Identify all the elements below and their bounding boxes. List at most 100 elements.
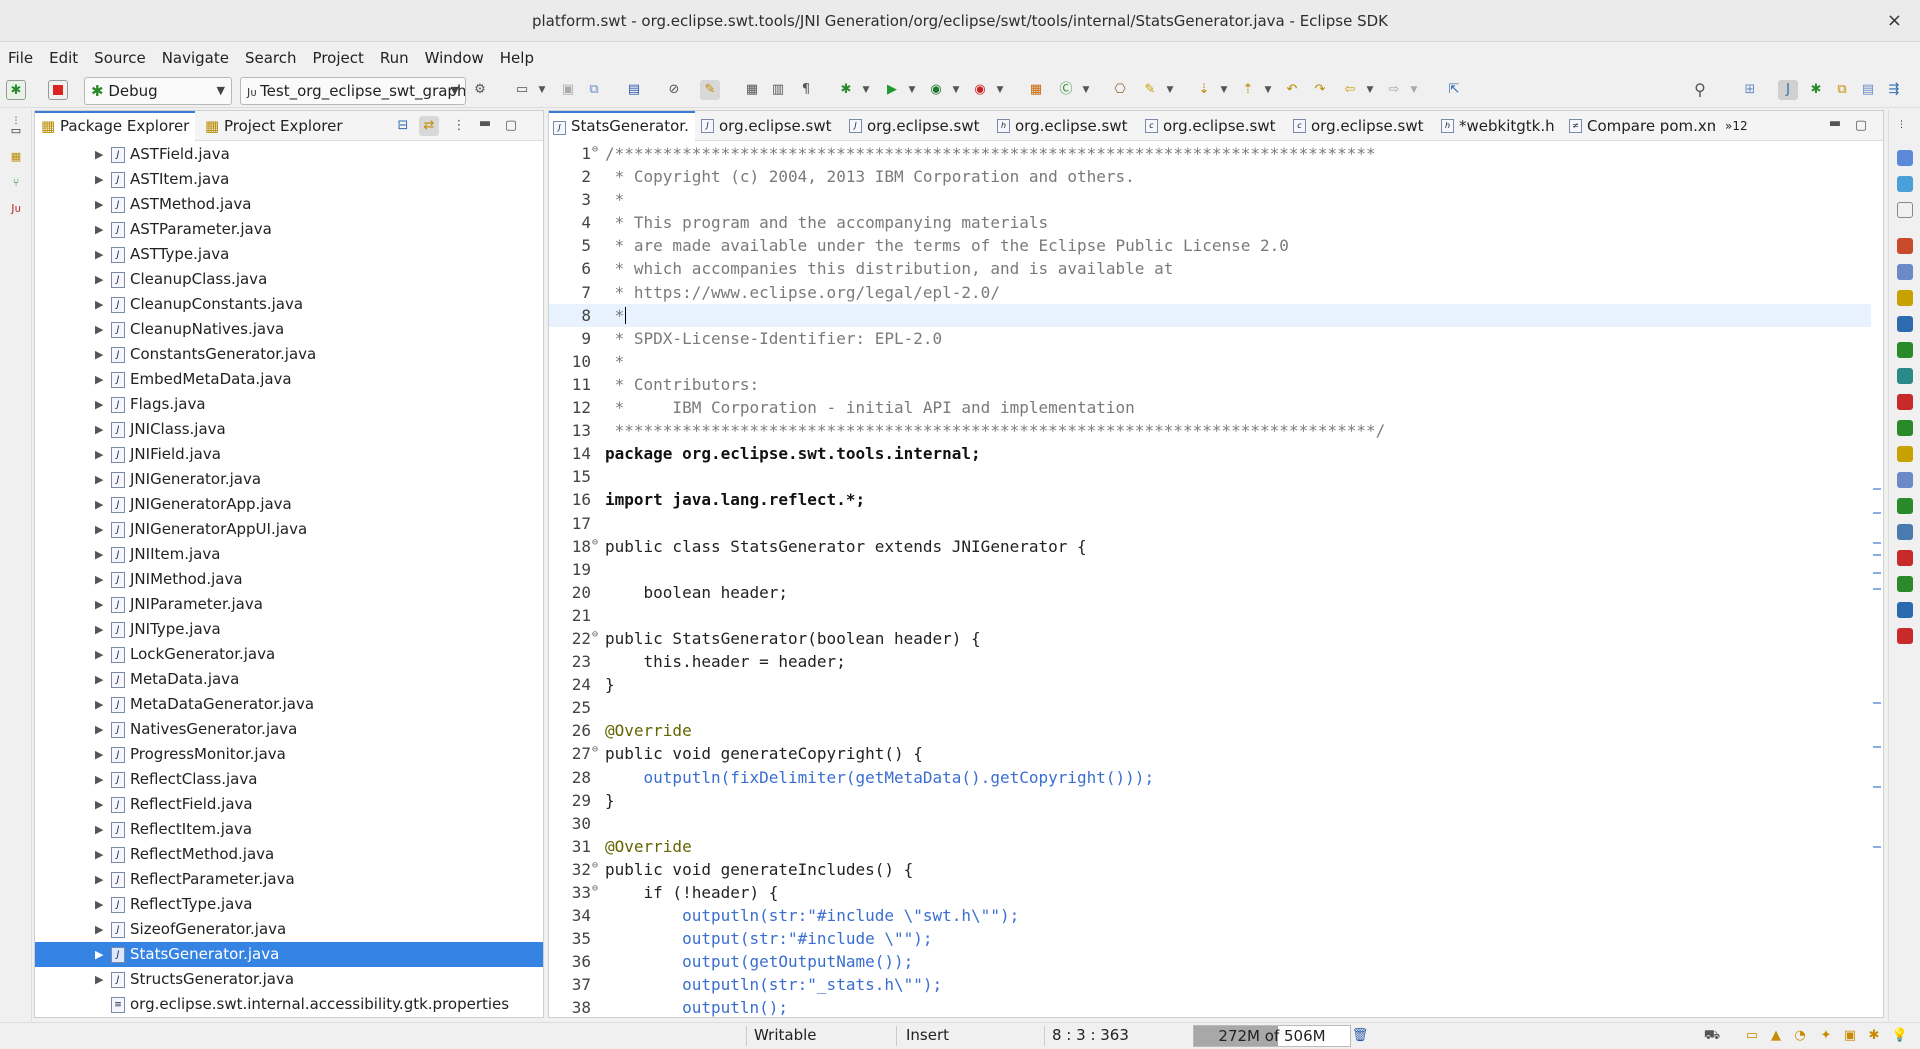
tree-item[interactable]: ▶JASTMethod.java bbox=[35, 192, 543, 217]
code-line[interactable]: 37 outputln(str:"_stats.h\""); bbox=[549, 973, 1871, 996]
tree-item[interactable]: ▶JStructsGenerator.java bbox=[35, 967, 543, 992]
code-line[interactable]: 1⊖/*************************************… bbox=[549, 142, 1871, 165]
search-view-icon[interactable] bbox=[1897, 264, 1913, 280]
expand-arrow-icon[interactable]: ▶ bbox=[95, 967, 103, 992]
fold-icon[interactable]: ⊖ bbox=[592, 738, 598, 761]
toggle-breadcrumb-icon[interactable]: ▥ bbox=[768, 80, 788, 100]
menu-source[interactable]: Source bbox=[94, 49, 146, 67]
external-tools-icon[interactable]: ◉ bbox=[970, 80, 990, 100]
code-line[interactable]: 6 * which accompanies this distribution,… bbox=[549, 257, 1871, 280]
expand-arrow-icon[interactable]: ▶ bbox=[95, 267, 103, 292]
tree-item[interactable]: ▶JJNIParameter.java bbox=[35, 592, 543, 617]
maximize-view-icon[interactable]: ▢ bbox=[501, 116, 521, 136]
link-with-editor-icon[interactable]: ⇄ bbox=[419, 116, 439, 136]
expand-arrow-icon[interactable]: ▶ bbox=[95, 342, 103, 367]
fold-icon[interactable]: ⊖ bbox=[592, 531, 598, 554]
tree-item[interactable]: ▶JCleanupNatives.java bbox=[35, 317, 543, 342]
editor-tab[interactable]: horg.eclipse.swt bbox=[993, 111, 1137, 141]
back-dropdown-icon[interactable]: ▼ bbox=[1360, 80, 1380, 100]
search-icon[interactable]: ⚲ bbox=[1690, 80, 1710, 100]
samples-icon[interactable]: ◔ bbox=[1790, 1026, 1810, 1046]
ruler-mark[interactable] bbox=[1873, 746, 1881, 748]
plugin-perspective-icon[interactable]: ⇶ bbox=[1884, 80, 1904, 100]
open-task-dropdown-icon[interactable]: ▼ bbox=[1160, 80, 1180, 100]
expand-arrow-icon[interactable]: ▶ bbox=[95, 442, 103, 467]
minimize-view-icon[interactable]: ▬ bbox=[475, 114, 495, 134]
new-dropdown-icon[interactable]: ▼ bbox=[532, 80, 552, 100]
ruler-mark[interactable] bbox=[1873, 512, 1881, 514]
code-line[interactable]: 35 output(str:"#include \""); bbox=[549, 927, 1871, 950]
code-line[interactable]: 10 * bbox=[549, 350, 1871, 373]
resource-perspective-icon[interactable]: ▤ bbox=[1858, 80, 1878, 100]
expand-arrow-icon[interactable]: ▶ bbox=[95, 467, 103, 492]
tree-item[interactable]: ▶JMetaDataGenerator.java bbox=[35, 692, 543, 717]
code-line[interactable]: 26@Override bbox=[549, 719, 1871, 742]
previous-annotation-dropdown-icon[interactable]: ▼ bbox=[1258, 80, 1278, 100]
code-line[interactable]: 5 * are made available under the terms o… bbox=[549, 234, 1871, 257]
tab-project-explorer[interactable]: ▦ Project Explorer bbox=[199, 111, 369, 141]
expand-arrow-icon[interactable]: ▶ bbox=[95, 567, 103, 592]
code-line[interactable]: 20 boolean header; bbox=[549, 581, 1871, 604]
code-line[interactable]: 12 * IBM Corporation - initial API and i… bbox=[549, 396, 1871, 419]
expand-arrow-icon[interactable]: ▶ bbox=[95, 417, 103, 442]
tree-item[interactable]: ▶JJNIField.java bbox=[35, 442, 543, 467]
breakpoints-icon[interactable] bbox=[1897, 550, 1913, 566]
previous-annotation-icon[interactable]: ⇡ bbox=[1238, 80, 1258, 100]
minimized-view-icon[interactable]: ▭ bbox=[8, 124, 24, 140]
code-line[interactable]: 33⊖ if (!header) { bbox=[549, 881, 1871, 904]
code-line[interactable]: 25 bbox=[549, 696, 1871, 719]
git-perspective-icon[interactable]: ⧉ bbox=[1832, 80, 1852, 100]
code-line[interactable]: 21 bbox=[549, 604, 1871, 627]
outline-icon[interactable] bbox=[1897, 150, 1913, 166]
tree-item[interactable]: ▶JSizeofGenerator.java bbox=[35, 917, 543, 942]
tree-item[interactable]: ▶JASTParameter.java bbox=[35, 217, 543, 242]
expand-arrow-icon[interactable]: ▶ bbox=[95, 642, 103, 667]
menu-edit[interactable]: Edit bbox=[49, 49, 78, 67]
skip-breakpoints-icon[interactable]: ⊘ bbox=[664, 80, 684, 100]
expand-arrow-icon[interactable]: ▶ bbox=[95, 767, 103, 792]
tree-item[interactable]: ▶JASTField.java bbox=[35, 142, 543, 167]
editor-tab[interactable]: ≠Compare pom.xml bbox=[1565, 111, 1715, 141]
new-icon[interactable]: ▭ bbox=[512, 80, 532, 100]
minimize-editor-icon[interactable]: ▬ bbox=[1825, 114, 1845, 134]
expand-arrow-icon[interactable]: ▶ bbox=[95, 942, 103, 967]
ruler-mark[interactable] bbox=[1873, 846, 1881, 848]
lightbulb-icon[interactable]: 💡 bbox=[1890, 1026, 1910, 1046]
expand-arrow-icon[interactable]: ▶ bbox=[95, 667, 103, 692]
type-hierarchy-icon[interactable] bbox=[1897, 472, 1913, 488]
expressions-icon[interactable] bbox=[1897, 602, 1913, 618]
expand-arrow-icon[interactable]: ▶ bbox=[95, 192, 103, 217]
code-line[interactable]: 34 outputln(str:"#include \"swt.h\""); bbox=[549, 904, 1871, 927]
coverage-icon[interactable]: ◉ bbox=[926, 80, 946, 100]
tree-item[interactable]: ▶JJNIGeneratorApp.java bbox=[35, 492, 543, 517]
fold-icon[interactable]: ⊖ bbox=[592, 854, 598, 877]
menu-project[interactable]: Project bbox=[313, 49, 364, 67]
expand-arrow-icon[interactable]: ▶ bbox=[95, 317, 103, 342]
restore-right-icon[interactable]: ⋮ bbox=[1897, 120, 1913, 136]
problems-icon[interactable] bbox=[1897, 238, 1913, 254]
save-all-icon[interactable]: ⧉ bbox=[584, 80, 604, 100]
tree-item[interactable]: ▶JReflectItem.java bbox=[35, 817, 543, 842]
progress-icon[interactable] bbox=[1897, 342, 1913, 358]
whats-new-icon[interactable]: ✦ bbox=[1816, 1026, 1836, 1046]
expand-arrow-icon[interactable]: ▶ bbox=[95, 742, 103, 767]
forward-icon[interactable]: ⇨ bbox=[1384, 80, 1404, 100]
editor-tab-statsgenerator[interactable]: JStatsGenerator.✕ bbox=[549, 111, 695, 141]
code-line[interactable]: 2 * Copyright (c) 2004, 2013 IBM Corpora… bbox=[549, 165, 1871, 188]
ruler-mark[interactable] bbox=[1873, 702, 1881, 704]
tree-item[interactable]: ▶JJNIClass.java bbox=[35, 417, 543, 442]
mark-occurrences-icon[interactable]: ✎ bbox=[700, 80, 720, 100]
open-task-icon[interactable]: ✎ bbox=[1140, 80, 1160, 100]
tree-item[interactable]: ▶JASTItem.java bbox=[35, 167, 543, 192]
run-gc-icon[interactable]: 🗑 bbox=[1350, 1026, 1370, 1046]
launch-mode-combo[interactable]: ✱ Debug ▼ bbox=[84, 77, 232, 105]
history-icon[interactable] bbox=[1897, 368, 1913, 384]
tree-item[interactable]: ▶JEmbedMetaData.java bbox=[35, 367, 543, 392]
expand-arrow-icon[interactable]: ▶ bbox=[95, 167, 103, 192]
code-editor[interactable]: 1⊖/*************************************… bbox=[549, 142, 1871, 1017]
error-log-icon[interactable] bbox=[1897, 394, 1913, 410]
tree-item[interactable]: ▶JLockGenerator.java bbox=[35, 642, 543, 667]
tree-item[interactable]: ▶JConstantsGenerator.java bbox=[35, 342, 543, 367]
expand-arrow-icon[interactable]: ▶ bbox=[95, 542, 103, 567]
external-tools-dropdown-icon[interactable]: ▼ bbox=[990, 80, 1010, 100]
